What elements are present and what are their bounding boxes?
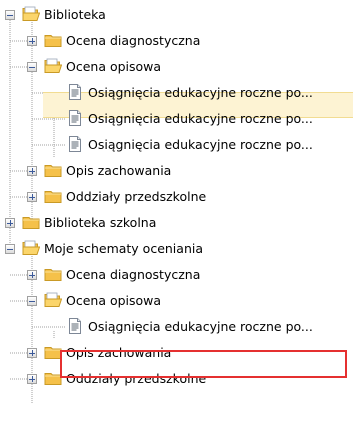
tree-node-label: Opis zachowania	[66, 163, 172, 178]
tree-node[interactable]: Osiągnięcia edukacyjne roczne po...	[0, 132, 353, 158]
expand-toggle-icon[interactable]	[27, 192, 37, 202]
open-folder-icon	[44, 291, 63, 309]
tree-node-label: Osiągnięcia edukacyjne roczne po...	[88, 137, 313, 152]
tree-node-label: Osiągnięcia edukacyjne roczne po...	[88, 319, 313, 334]
tree-node-label: Ocena diagnostyczna	[66, 33, 201, 48]
folder-icon	[44, 161, 62, 179]
tree-node-label: Moje schematy oceniania	[44, 241, 203, 256]
tree-node-label: Osiągnięcia edukacyjne roczne po...	[88, 85, 313, 100]
tree-node-label: Osiągnięcia edukacyjne roczne po...	[88, 111, 313, 126]
expand-toggle-icon[interactable]	[27, 166, 37, 176]
tree-node-label: Ocena opisowa	[66, 59, 162, 74]
document-icon	[66, 135, 84, 153]
folder-icon	[44, 265, 62, 283]
expand-toggle-icon[interactable]	[27, 374, 37, 384]
tree-node[interactable]: Moje schematy oceniania	[0, 236, 353, 262]
tree-node[interactable]: Ocena diagnostyczna	[0, 262, 353, 288]
tree-node[interactable]: Biblioteka	[0, 2, 353, 28]
collapse-toggle-icon[interactable]	[5, 10, 15, 20]
open-folder-icon	[22, 239, 41, 257]
document-icon	[66, 317, 84, 335]
expand-toggle-icon[interactable]	[5, 218, 15, 228]
collapse-toggle-icon[interactable]	[27, 62, 37, 72]
tree-node-label: Ocena diagnostyczna	[66, 267, 201, 282]
tree-node-label: Biblioteka	[44, 7, 106, 22]
folder-icon	[22, 213, 40, 231]
open-folder-icon	[22, 5, 41, 23]
tree-node[interactable]: Osiągnięcia edukacyjne roczne po...	[0, 314, 353, 340]
tree-view: Biblioteka Ocena diagnostyczna Ocena opiso…	[0, 0, 353, 435]
highlight-box	[60, 350, 347, 378]
document-icon	[66, 109, 84, 127]
document-icon	[66, 83, 84, 101]
tree-node[interactable]: Biblioteka szkolna	[0, 210, 353, 236]
tree-node-label: Ocena opisowa	[66, 293, 162, 308]
open-folder-icon	[44, 57, 63, 75]
collapse-toggle-icon[interactable]	[5, 244, 15, 254]
expand-toggle-icon[interactable]	[27, 270, 37, 280]
tree-node-label: Biblioteka szkolna	[44, 215, 157, 230]
tree-node[interactable]: Ocena opisowa	[0, 288, 353, 314]
tree-node[interactable]: Ocena diagnostyczna	[0, 28, 353, 54]
tree-node[interactable]: Osiągnięcia edukacyjne roczne po...	[0, 106, 353, 132]
folder-icon	[44, 31, 62, 49]
tree-node[interactable]: Opis zachowania	[0, 158, 353, 184]
tree-node[interactable]: Osiągnięcia edukacyjne roczne po...	[0, 80, 353, 106]
expand-toggle-icon[interactable]	[27, 36, 37, 46]
tree-node[interactable]: Oddziały przedszkolne	[0, 184, 353, 210]
collapse-toggle-icon[interactable]	[27, 296, 37, 306]
tree-node-label: Oddziały przedszkolne	[66, 189, 207, 204]
tree-node[interactable]: Ocena opisowa	[0, 54, 353, 80]
expand-toggle-icon[interactable]	[27, 348, 37, 358]
folder-icon	[44, 187, 62, 205]
